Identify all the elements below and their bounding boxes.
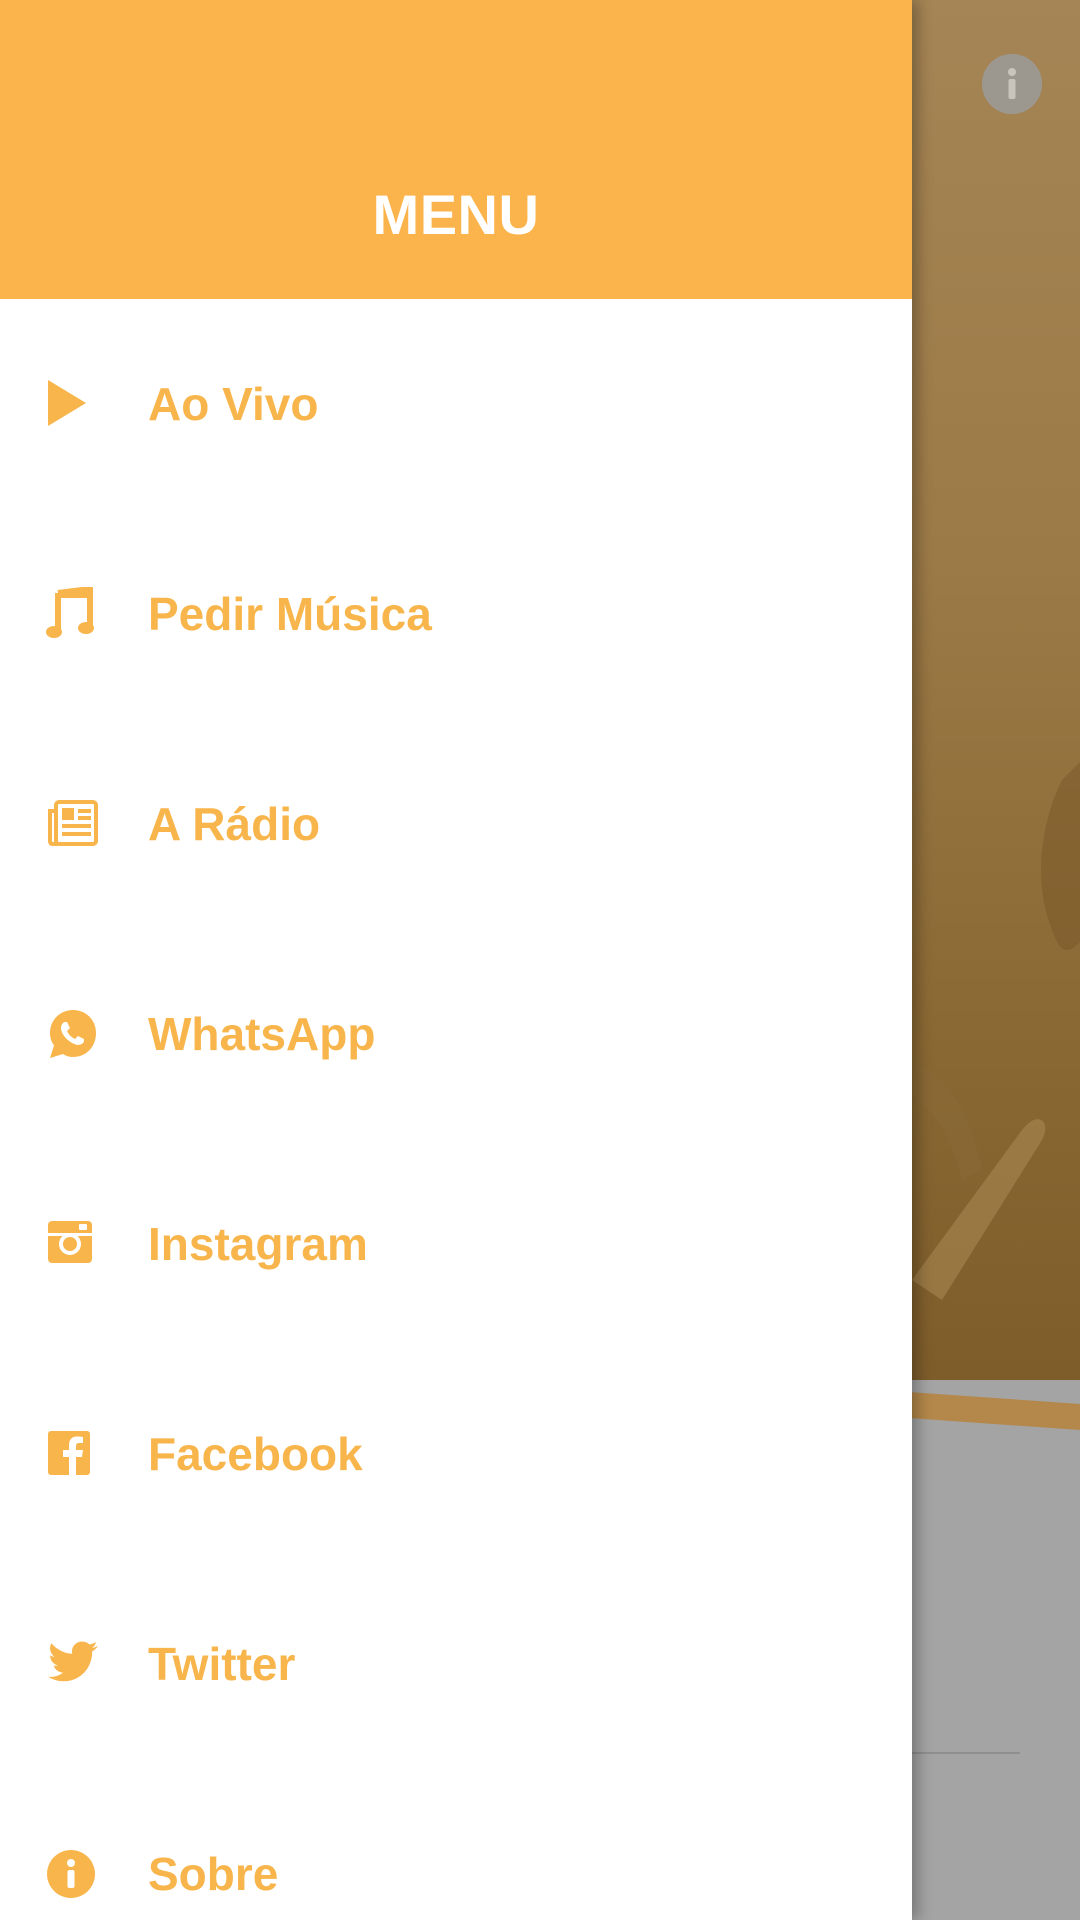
background-hands-graphic (912, 762, 1080, 1300)
menu-item-whatsapp[interactable]: WhatsApp (0, 929, 912, 1139)
menu-item-label: Sobre (148, 1848, 279, 1900)
menu-item-label: Instagram (148, 1218, 368, 1270)
menu-item-label: A Rádio (148, 798, 321, 850)
play-icon (46, 377, 100, 431)
background-info-button[interactable] (982, 54, 1042, 114)
menu-item-label: Ao Vivo (148, 378, 319, 430)
menu-item-instagram[interactable]: Instagram (0, 1139, 912, 1349)
facebook-icon (46, 1427, 100, 1481)
navigation-drawer: MENU Ao Vivo Pedir Música A Rádio WhatsA… (0, 0, 912, 1920)
info-icon (46, 1847, 100, 1901)
menu-item-pedir-musica[interactable]: Pedir Música (0, 509, 912, 719)
newspaper-icon (46, 797, 100, 851)
background-divider (912, 1752, 1020, 1754)
drawer-header: MENU (0, 0, 912, 299)
instagram-icon (46, 1217, 100, 1271)
music-note-icon (46, 587, 100, 641)
menu-item-twitter[interactable]: Twitter (0, 1559, 912, 1769)
whatsapp-icon (46, 1007, 100, 1061)
drawer-title: MENU (372, 183, 540, 246)
twitter-icon (46, 1637, 100, 1691)
menu-item-label: Pedir Música (148, 588, 432, 640)
menu-item-ao-vivo[interactable]: Ao Vivo (0, 299, 912, 509)
menu-item-label: Twitter (148, 1638, 296, 1690)
menu-item-label: Facebook (148, 1428, 363, 1480)
menu-item-a-radio[interactable]: A Rádio (0, 719, 912, 929)
menu-item-label: WhatsApp (148, 1008, 376, 1060)
menu-item-sobre[interactable]: Sobre (0, 1769, 912, 1920)
menu-item-facebook[interactable]: Facebook (0, 1349, 912, 1559)
app-screen: MENU Ao Vivo Pedir Música A Rádio WhatsA… (0, 0, 1080, 1920)
info-icon (982, 54, 1042, 114)
